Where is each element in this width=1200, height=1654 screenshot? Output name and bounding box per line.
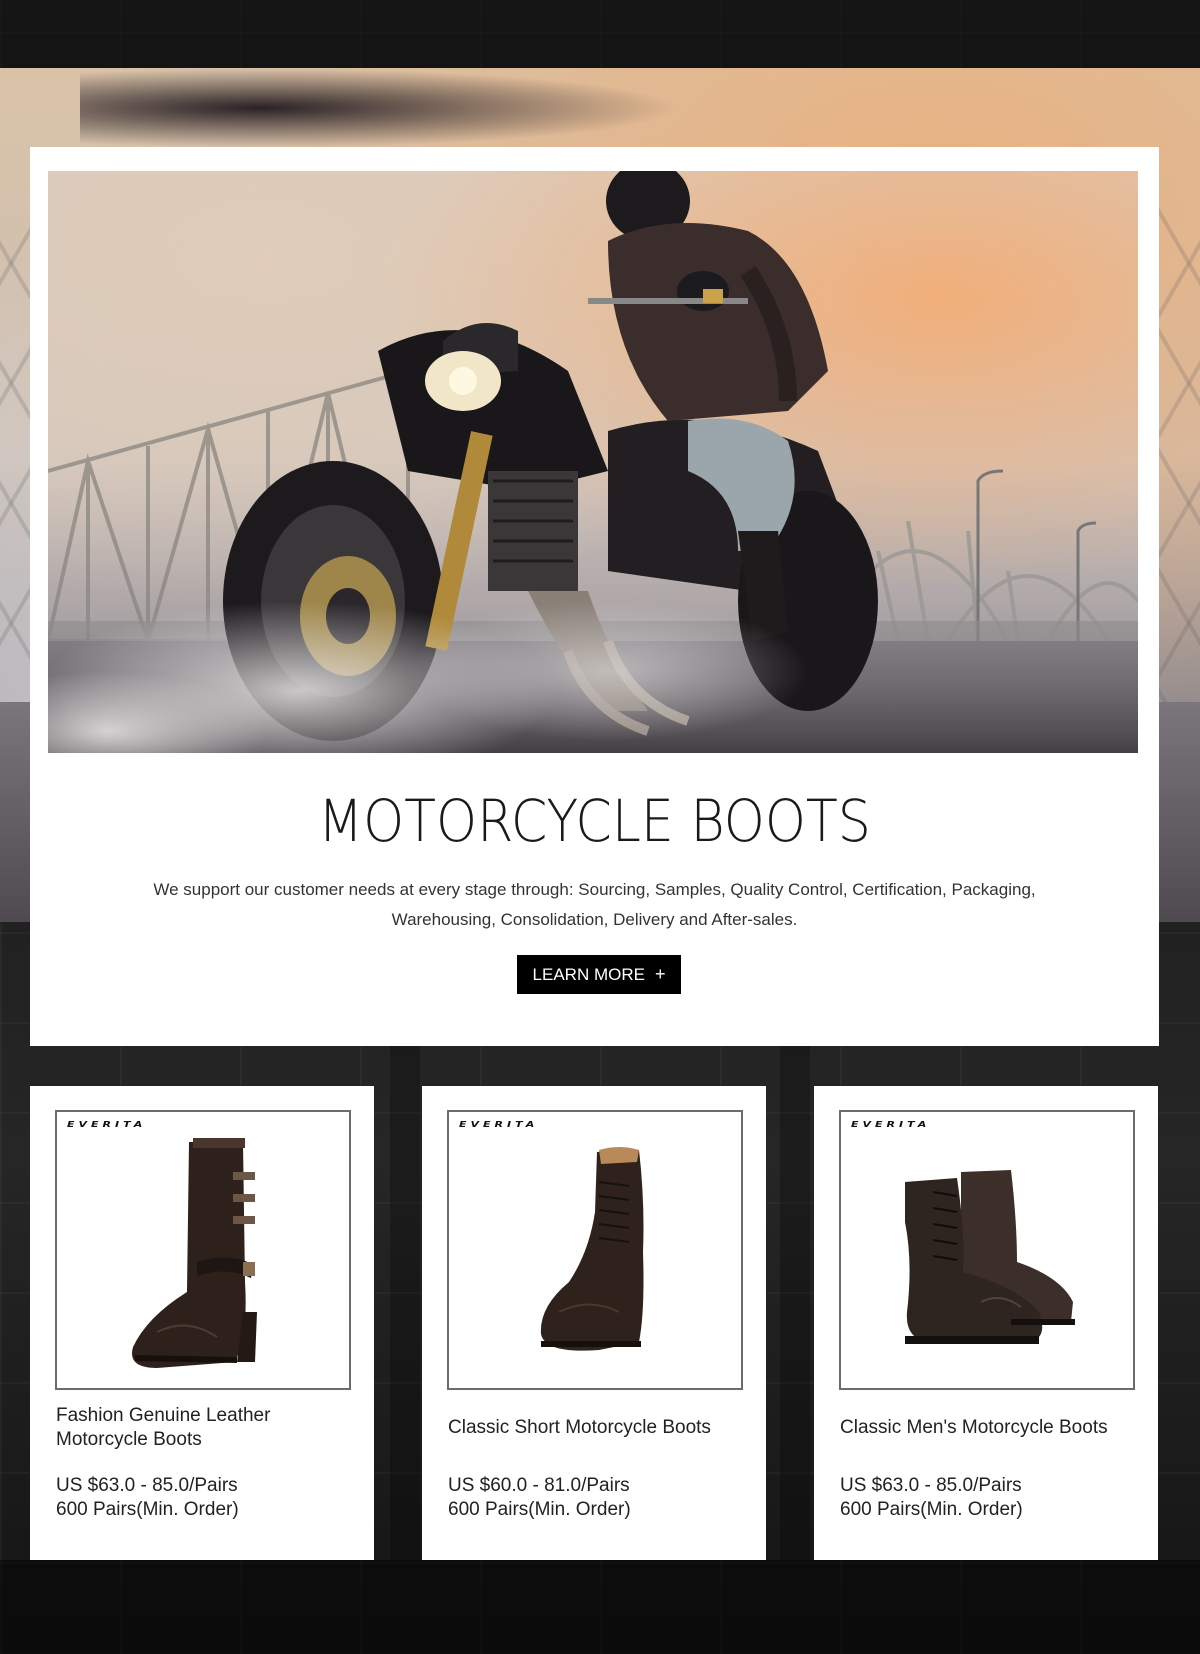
motorcycle-hero-image xyxy=(48,171,1138,753)
background-building xyxy=(390,1046,420,1560)
learn-more-button[interactable]: LEARN MORE + xyxy=(517,955,681,994)
background-top-strip xyxy=(0,0,1200,68)
background-building xyxy=(780,1046,810,1560)
short-boot-image xyxy=(540,1147,644,1351)
product-card[interactable]: EVERITA Classic Short Motorcycle Boots U… xyxy=(422,1086,766,1560)
product-image[interactable]: EVERITA xyxy=(839,1110,1135,1390)
product-min-order: 600 Pairs(Min. Order) xyxy=(448,1499,631,1520)
product-name[interactable]: Fashion Genuine Leather Motorcycle Boots xyxy=(56,1402,352,1454)
hero-card: MOTORCYCLE BOOTS We support our customer… xyxy=(30,147,1159,1046)
motorcycle-illustration xyxy=(48,171,1138,753)
product-image[interactable]: EVERITA xyxy=(55,1110,351,1390)
product-price: US $63.0 - 85.0/Pairs xyxy=(840,1475,1022,1496)
rider-blur xyxy=(80,68,680,148)
product-price: US $63.0 - 85.0/Pairs xyxy=(56,1475,238,1496)
learn-more-label: LEARN MORE xyxy=(532,964,645,984)
background-bottom-strip xyxy=(0,1560,1200,1654)
tall-boot-image xyxy=(132,1138,257,1368)
product-card[interactable]: EVERITA Classic Men's Motorcycle Boots U… xyxy=(814,1086,1158,1560)
page-title: MOTORCYCLE BOOTS xyxy=(318,787,871,855)
product-image[interactable]: EVERITA xyxy=(447,1110,743,1390)
product-price: US $60.0 - 81.0/Pairs xyxy=(448,1475,630,1496)
plus-icon: + xyxy=(654,964,666,984)
hero-description: We support our customer needs at every s… xyxy=(153,880,1036,929)
product-min-order: 600 Pairs(Min. Order) xyxy=(840,1499,1023,1520)
product-name[interactable]: Classic Short Motorcycle Boots xyxy=(448,1402,744,1454)
product-min-order: 600 Pairs(Min. Order) xyxy=(56,1499,239,1520)
product-card[interactable]: EVERITA Fashion Genuine Leather Motorcyc… xyxy=(30,1086,374,1560)
product-name[interactable]: Classic Men's Motorcycle Boots xyxy=(840,1402,1136,1454)
pair-boots-image xyxy=(905,1170,1075,1344)
